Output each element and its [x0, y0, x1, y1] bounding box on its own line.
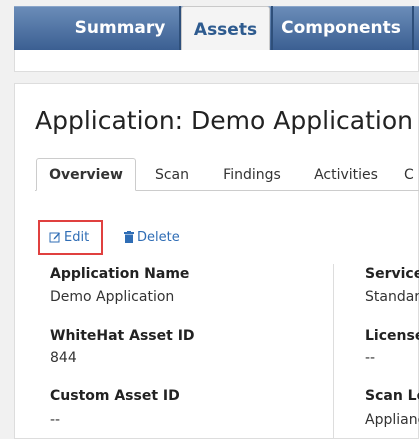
- field-label-license: License: [365, 328, 419, 344]
- tab-overview[interactable]: Overview: [36, 158, 136, 191]
- field-label-scan-location: Scan Lo: [365, 388, 419, 404]
- trash-icon: [124, 230, 134, 245]
- main-card: [14, 83, 419, 439]
- page-title: Application: Demo Application: [35, 106, 413, 135]
- field-label-application-name: Application Name: [50, 266, 190, 282]
- field-value-service: Standard: [365, 289, 419, 305]
- nav-separator: [412, 6, 414, 50]
- tab-activities[interactable]: Activities: [308, 158, 384, 191]
- tab-truncated[interactable]: C: [404, 158, 419, 191]
- delete-button[interactable]: Delete: [124, 230, 180, 245]
- field-value-license: --: [365, 350, 376, 366]
- field-label-service: Service: [365, 266, 419, 282]
- tab-components[interactable]: Components: [271, 6, 411, 50]
- tab-summary[interactable]: Summary: [60, 6, 180, 50]
- field-label-custom-asset-id: Custom Asset ID: [50, 388, 180, 404]
- column-divider: [333, 264, 334, 439]
- field-value-custom-asset-id: --: [50, 412, 61, 428]
- sub-header-panel: [14, 50, 419, 72]
- edit-label: Edit: [64, 230, 90, 245]
- field-value-application-name: Demo Application: [50, 289, 175, 305]
- delete-label: Delete: [137, 230, 180, 245]
- tab-findings[interactable]: Findings: [215, 158, 289, 191]
- tab-assets[interactable]: Assets: [181, 6, 270, 52]
- edit-icon: [49, 231, 61, 245]
- field-value-asset-id: 844: [50, 350, 77, 366]
- edit-button[interactable]: Edit: [49, 230, 89, 245]
- tab-scan[interactable]: Scan: [148, 158, 196, 191]
- field-value-scan-location: Applianc: [365, 412, 419, 428]
- field-label-asset-id: WhiteHat Asset ID: [50, 328, 195, 344]
